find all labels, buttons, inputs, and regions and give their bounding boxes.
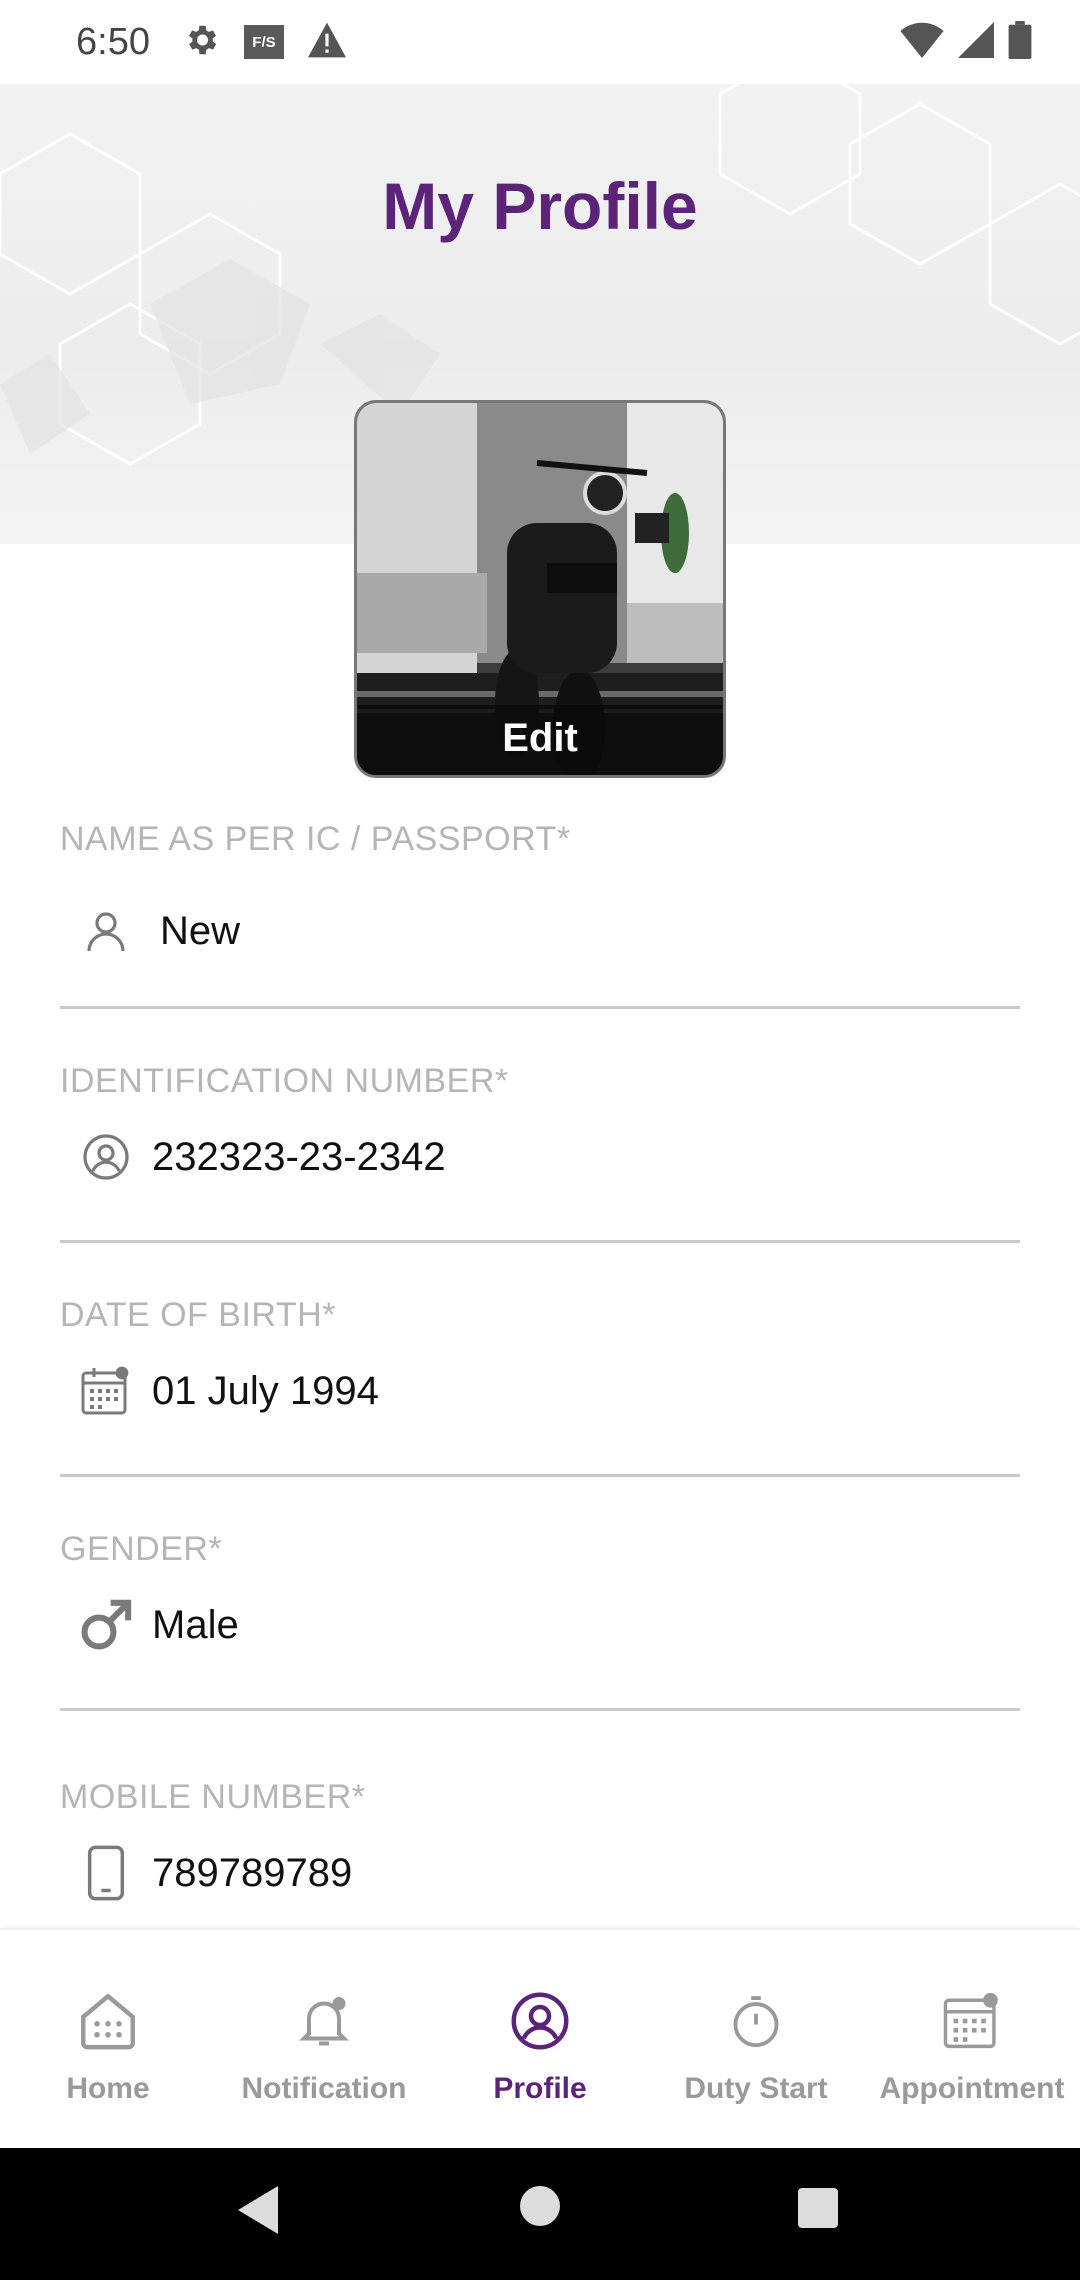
system-navigation-bar [0,2148,1080,2280]
profile-icon [505,1986,575,2056]
warning-icon [307,22,346,63]
home-icon [73,1986,143,2056]
male-icon [74,1593,138,1657]
person-icon [74,899,138,963]
signal-icon [958,21,994,63]
bottom-navigation: Home Notification Profile Duty Start App… [0,1928,1080,2148]
status-left-icons: F/S [182,21,346,64]
home-circle-icon[interactable] [518,2184,562,2233]
field-label: NAME AS PER IC / PASSPORT* [60,820,571,858]
field-label: MOBILE NUMBER* [60,1778,366,1816]
date-of-birth-value[interactable]: 01 July 1994 [152,1369,379,1414]
nav-item-home[interactable]: Home [0,1930,216,2148]
nav-label: Notification [241,2072,407,2105]
nav-item-notification[interactable]: Notification [216,1930,432,2148]
bell-icon [289,1986,359,2056]
calendar-icon [74,1359,138,1423]
nav-label: Home [66,2072,150,2105]
nav-item-appointment[interactable]: Appointment [864,1930,1080,2148]
identification-value[interactable]: 232323-23-2342 [152,1135,446,1180]
mobile-number-value[interactable]: 789789789 [152,1851,352,1896]
page-title: My Profile [382,169,698,243]
field-label: DATE OF BIRTH* [60,1296,336,1334]
stopwatch-icon [721,1986,791,2056]
recents-square-icon[interactable] [798,2188,838,2233]
calendar-icon [937,1986,1007,2056]
name-value[interactable]: New [160,909,240,954]
back-icon[interactable] [234,2184,280,2241]
field-label: IDENTIFICATION NUMBER* [60,1062,509,1100]
edit-photo-button[interactable]: Edit [357,705,723,775]
nav-item-duty-start[interactable]: Duty Start [648,1930,864,2148]
status-time: 6:50 [76,20,150,63]
battery-icon [1008,20,1032,64]
nav-label: Duty Start [684,2072,828,2105]
field-underline [60,1006,1020,1009]
profile-avatar[interactable]: Edit [354,400,726,778]
field-label: GENDER* [60,1530,223,1568]
status-right-icons [900,20,1032,64]
nav-label: Appointment [879,2072,1065,2105]
wifi-icon [900,22,944,63]
mobile-phone-icon [74,1841,138,1905]
gender-value[interactable]: Male [152,1603,239,1648]
nav-item-profile[interactable]: Profile [432,1930,648,2148]
gear-icon [182,21,220,64]
field-underline [60,1474,1020,1477]
fys-icon: F/S [243,25,284,59]
nav-label: Profile [493,2072,587,2105]
status-bar: 6:50 F/S [0,0,1080,84]
id-circle-icon [74,1125,138,1189]
field-underline [60,1708,1020,1711]
field-underline [60,1240,1020,1243]
